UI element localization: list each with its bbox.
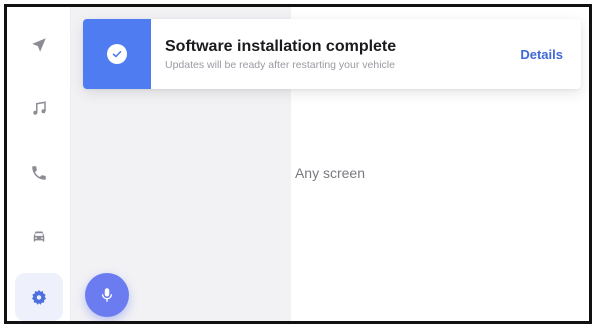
notification-toast[interactable]: Software installation complete Updates w… [83, 19, 581, 89]
screen-placeholder-text: Any screen [294, 165, 366, 181]
music-note-icon [33, 101, 46, 115]
notification-text: Software installation complete Updates w… [151, 37, 520, 71]
navigation-arrow-icon [32, 38, 46, 52]
check-circle-icon [107, 44, 127, 64]
rail-item-settings[interactable] [15, 273, 63, 321]
notification-icon-box [83, 19, 151, 89]
rail-item-music[interactable] [15, 85, 63, 133]
notification-title: Software installation complete [165, 38, 397, 55]
car-icon [33, 231, 45, 242]
gear-icon [31, 289, 47, 305]
app-frame: Any screen Software installation complet… [4, 4, 592, 324]
voice-assistant-button[interactable] [85, 273, 129, 317]
details-button[interactable]: Details [520, 47, 581, 62]
rail-item-vehicle[interactable] [15, 213, 63, 261]
rail-item-navigation[interactable] [15, 21, 63, 69]
nav-rail [7, 7, 71, 321]
phone-icon [32, 166, 46, 180]
notification-subtitle: Updates will be ready after restarting y… [165, 59, 395, 71]
microphone-icon [101, 288, 113, 302]
rail-item-phone[interactable] [15, 149, 63, 197]
